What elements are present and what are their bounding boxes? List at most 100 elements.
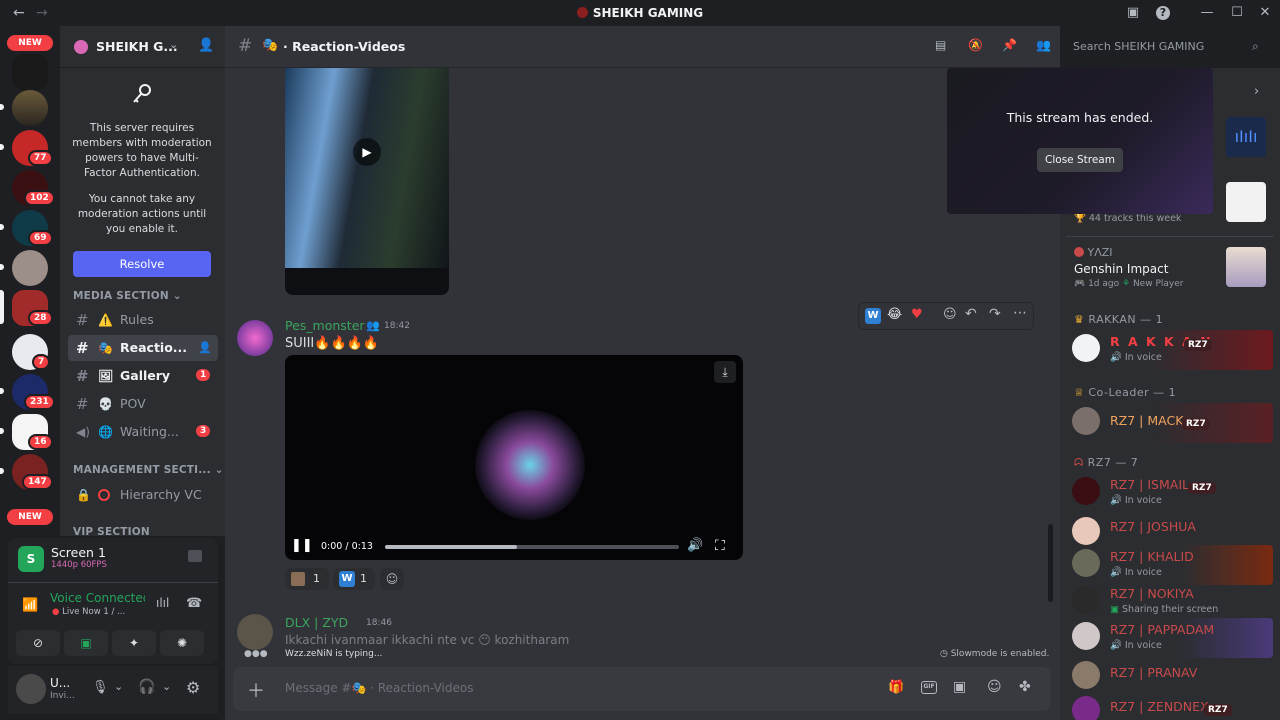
category-media[interactable]: MEDIA SECTION ⌄ (73, 290, 182, 302)
member-list-icon[interactable]: 👥 (1036, 38, 1054, 56)
apps-icon[interactable]: ✤ (1019, 679, 1031, 695)
invite-user-icon[interactable]: 👤 (198, 335, 212, 361)
message-author[interactable]: DLX | ZYD (285, 615, 348, 630)
member-status: 🔊 In voice (1110, 640, 1162, 651)
message-composer[interactable]: ＋ Message #🎭 · Reaction-Videos 🎁 GIF ▣ ☺… (233, 667, 1051, 711)
picture-emoji-icon: 🖼 (98, 369, 114, 383)
forward-icon[interactable]: ↷ (989, 306, 1001, 322)
add-reaction-icon[interactable]: ☺ (380, 568, 404, 590)
unread-badge: 3 (196, 425, 211, 437)
server-header[interactable]: SHEIKH G... ⌄ 👤 (60, 26, 225, 68)
member-row[interactable]: RZ7 | MACK RZ7 (1068, 403, 1273, 443)
prohibited-icon (98, 489, 110, 501)
gift-icon[interactable]: 🎁 (888, 680, 904, 695)
screen-share-button[interactable]: ▣ (64, 630, 108, 656)
activity-user[interactable]: YΛZI (1074, 246, 1113, 259)
headphones-icon[interactable]: 🎧 (138, 679, 155, 695)
volume-icon[interactable]: 🔊 (687, 538, 703, 553)
microphone-icon[interactable]: 🎙 (92, 680, 109, 695)
sticker-icon[interactable]: ▣ (953, 679, 966, 695)
user-bar: U... Invi... 🎙 ⌄ 🎧 ⌄ ⚙ (8, 666, 218, 714)
search-icon[interactable]: ⌕ (1252, 39, 1259, 54)
member-row[interactable]: R A K K A N RZ7 🔊 In voice (1068, 330, 1273, 370)
author-avatar[interactable] (237, 320, 273, 356)
member-avatar (1072, 477, 1100, 505)
message-author[interactable]: Pes_monster (285, 318, 365, 333)
activities-button[interactable]: ✦ (112, 630, 156, 656)
message-input[interactable]: Message #🎭 · Reaction-Videos (285, 681, 473, 695)
threads-icon[interactable]: ▤ (935, 38, 953, 56)
channel-reaction-videos[interactable]: # 🎭 Reactio... 👤 (68, 335, 218, 361)
video-attachment-1[interactable]: ▶ (285, 68, 449, 295)
play-icon[interactable]: ▶ (353, 138, 381, 166)
search-input[interactable]: Search SHEIKH GAMING (1073, 40, 1204, 53)
w-reaction-icon[interactable]: W (865, 308, 881, 324)
chat-scrollbar[interactable] (1048, 524, 1053, 602)
selected-server-indicator (0, 290, 4, 324)
video-player[interactable]: ⤓ ❚❚ 0:00 / 0:13 🔊 ⛶ (285, 355, 743, 560)
hash-icon: # (76, 367, 89, 385)
activity-artwork[interactable] (1226, 182, 1266, 222)
invite-user-icon[interactable]: 👤 (198, 38, 214, 53)
member-row[interactable]: RZ7 | PRANAV (1068, 657, 1273, 697)
chevron-down-icon[interactable]: ⌄ (114, 680, 123, 693)
reaction-pill[interactable]: 1 (285, 568, 329, 590)
camera-off-button[interactable]: ⊘ (16, 630, 60, 656)
emoji-icon[interactable]: ☺ (987, 679, 1002, 695)
channel-rules[interactable]: # ⚠️ Rules (68, 307, 218, 333)
user-name: U... (50, 676, 71, 690)
member-row[interactable]: RZ7 | PAPPADAM 🔊 In voice (1068, 618, 1273, 658)
chevron-right-icon[interactable]: › (1254, 84, 1259, 99)
voice-connected-label[interactable]: Voice Connected (50, 591, 145, 605)
mfa-warning-text: This server requires members with modera… (72, 122, 212, 179)
download-icon[interactable]: ⤓ (714, 361, 736, 383)
settings-gear-icon[interactable]: ⚙ (186, 678, 200, 697)
channel-waiting[interactable]: ◀) 🌐 Waiting... 3 (68, 419, 218, 445)
member-row[interactable]: RZ7 | ISMAIL RZ7 🔊 In voice (1068, 473, 1273, 513)
resolve-button[interactable]: Resolve (73, 251, 211, 277)
reaction-pill[interactable]: W 1 (333, 568, 375, 590)
channel-hierarchy-vc[interactable]: 🔒 Hierarchy VC (68, 482, 218, 508)
pause-icon[interactable]: ❚❚ (291, 538, 313, 553)
inbox-icon[interactable]: ▣ (1126, 6, 1140, 20)
reply-icon[interactable]: ↶ (965, 306, 977, 322)
gif-icon[interactable]: GIF (921, 681, 937, 694)
member-row[interactable]: RZ7 | KHALID 🔊 In voice (1068, 545, 1273, 585)
user-avatar[interactable] (16, 674, 46, 704)
close-icon[interactable]: ✕ (1258, 6, 1272, 20)
game-artwork[interactable] (1226, 247, 1266, 287)
member-row[interactable]: RZ7 | ZENDNEX RZ7 (1068, 692, 1273, 720)
game-title[interactable]: Genshin Impact (1074, 262, 1168, 276)
search-box[interactable]: Search SHEIKH GAMING ⌕ (1066, 35, 1272, 59)
pin-icon[interactable]: 📌 (1002, 38, 1020, 56)
close-stream-button[interactable]: Close Stream (1037, 148, 1123, 172)
author-avatar[interactable] (237, 614, 273, 650)
laugh-reaction-icon[interactable]: 😂 (887, 307, 902, 322)
heart-reaction-icon[interactable]: ♥ (911, 307, 923, 322)
notifications-muted-icon[interactable]: 🔕 (968, 38, 986, 56)
channel-gallery[interactable]: # 🖼 Gallery 1 (68, 363, 218, 389)
channel-pov[interactable]: # 💀 POV (68, 391, 218, 417)
category-vip[interactable]: VIP SECTION (73, 526, 150, 536)
noise-suppression-icon[interactable]: ılıl (156, 596, 169, 610)
disconnect-icon[interactable]: ☎ (186, 596, 202, 611)
server-icon-avatar[interactable] (12, 90, 48, 126)
signal-icon[interactable]: 📶 (22, 598, 38, 613)
more-options-icon[interactable]: ⋯ (1013, 305, 1027, 321)
new-badge: NEW (7, 35, 53, 51)
server-icon-rz[interactable] (12, 54, 48, 90)
server-icon-photo[interactable] (12, 250, 48, 286)
help-icon[interactable]: ? (1156, 6, 1170, 20)
fullscreen-icon[interactable]: ⛶ (715, 538, 725, 554)
chevron-down-icon[interactable]: ⌄ (162, 680, 171, 693)
category-management[interactable]: MANAGEMENT SECTI... ⌄ (73, 464, 224, 476)
add-reaction-icon[interactable]: ☺ (943, 307, 957, 322)
video-progress-track[interactable] (385, 545, 679, 549)
mention-badge: 7 (32, 354, 51, 370)
minimize-icon[interactable]: — (1200, 6, 1214, 20)
add-attachment-icon[interactable]: ＋ (247, 677, 265, 703)
popout-icon[interactable] (188, 550, 202, 562)
member-row[interactable]: RZ7 | NOKIYA ▣ Sharing their screen (1068, 582, 1273, 622)
soundboard-button[interactable]: ✺ (160, 630, 204, 656)
maximize-icon[interactable]: ☐ (1230, 6, 1244, 20)
